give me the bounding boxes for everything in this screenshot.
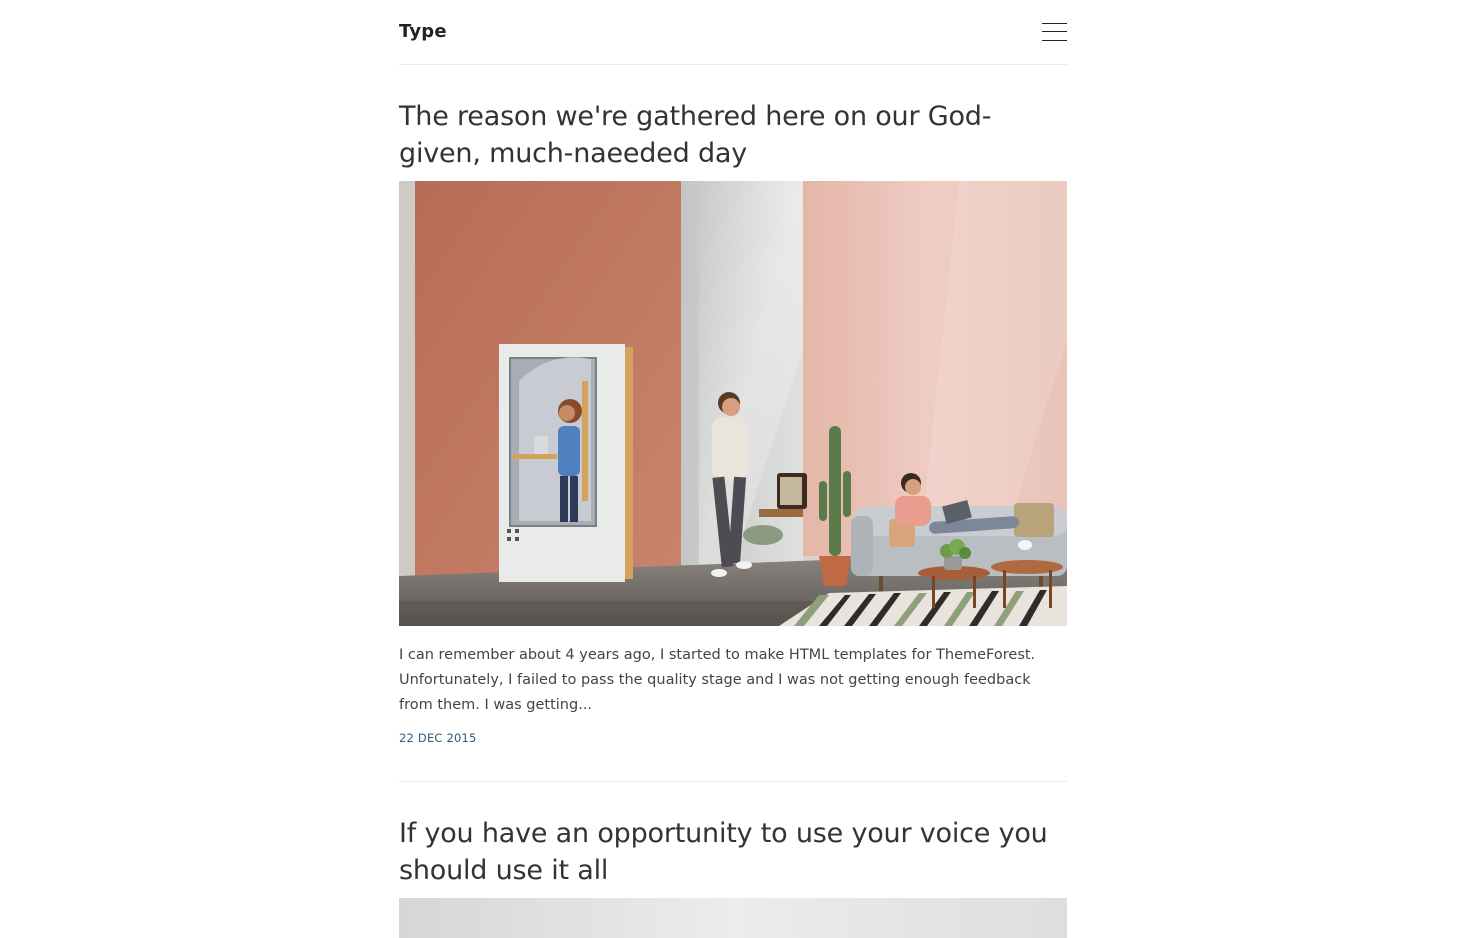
menu-line [1042,31,1067,32]
site-logo[interactable]: Type [399,21,447,42]
post-excerpt: I can remember about 4 years ago, I star… [399,647,1036,713]
post-title: If you have an opportunity to use your v… [399,815,1067,889]
post-title-link[interactable]: If you have an opportunity to use your v… [399,818,1048,886]
post-card: If you have an opportunity to use your v… [399,815,1067,938]
post-image[interactable] [399,181,1067,626]
post-image[interactable] [399,898,1067,938]
post-title-link[interactable]: The reason we're gathered here on our Go… [399,101,991,169]
post-date[interactable]: 22 DEC 2015 [399,731,477,745]
post-card: The reason we're gathered here on our Go… [399,98,1067,745]
post-title: The reason we're gathered here on our Go… [399,98,1067,172]
menu-line [1042,40,1067,41]
menu-line [1042,23,1067,24]
page-container: Type The reason we're gathered here on o… [399,0,1067,938]
office-scene-illustration [399,181,1067,626]
post-divider [399,781,1067,782]
site-header: Type [399,0,1067,65]
grey-photo-placeholder [399,898,1067,938]
hamburger-menu-icon[interactable] [1042,22,1067,42]
